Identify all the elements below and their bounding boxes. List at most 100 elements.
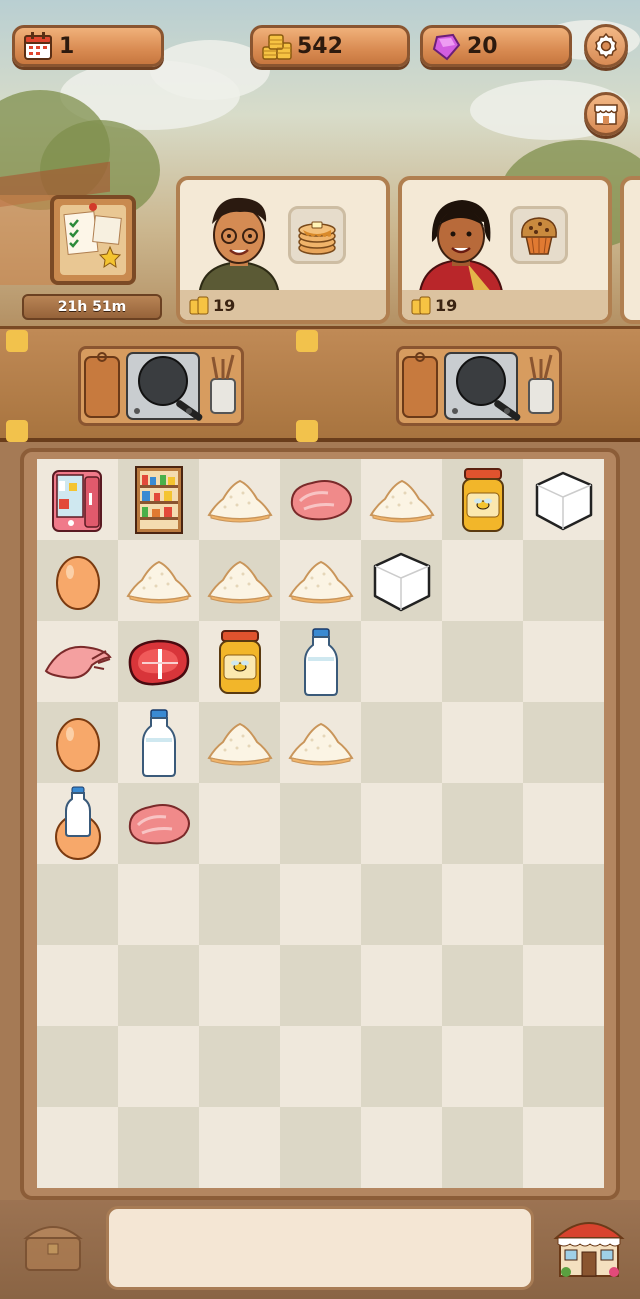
flour-item[interactable] xyxy=(205,556,275,606)
board-cell[interactable] xyxy=(37,945,118,1026)
board-cell[interactable] xyxy=(118,945,199,1026)
board-cell[interactable] xyxy=(199,1107,280,1188)
board-cell[interactable] xyxy=(280,459,361,540)
board-cell[interactable] xyxy=(361,540,442,621)
board-cell[interactable] xyxy=(361,783,442,864)
board-cell[interactable] xyxy=(280,702,361,783)
customer-card[interactable]: 19 xyxy=(176,176,390,324)
flour-item[interactable] xyxy=(205,718,275,768)
milk-item[interactable] xyxy=(301,627,341,697)
flour-item[interactable] xyxy=(286,718,356,768)
restaurant-button[interactable] xyxy=(552,1212,626,1280)
board-cell[interactable] xyxy=(118,621,199,702)
board-cell[interactable] xyxy=(361,621,442,702)
board-cell[interactable] xyxy=(361,1107,442,1188)
board-cell[interactable] xyxy=(37,783,118,864)
board-cell[interactable] xyxy=(280,1107,361,1188)
board-cell[interactable] xyxy=(118,783,199,864)
order-board-icon[interactable] xyxy=(50,195,136,285)
board-cell[interactable] xyxy=(280,540,361,621)
board-cell[interactable] xyxy=(442,783,523,864)
merge-board[interactable] xyxy=(37,459,604,1188)
honey-jar-item[interactable] xyxy=(455,465,511,535)
board-cell[interactable] xyxy=(280,621,361,702)
board-cell[interactable] xyxy=(280,1026,361,1107)
board-cell[interactable] xyxy=(523,864,604,945)
egg-item[interactable] xyxy=(53,550,103,612)
board-cell[interactable] xyxy=(37,459,118,540)
board-cell[interactable] xyxy=(442,1107,523,1188)
board-cell[interactable] xyxy=(442,459,523,540)
board-cell[interactable] xyxy=(523,540,604,621)
board-cell[interactable] xyxy=(199,945,280,1026)
board-cell[interactable] xyxy=(523,702,604,783)
board-cell[interactable] xyxy=(442,621,523,702)
customer-card-partial[interactable] xyxy=(620,176,640,324)
meat-item[interactable] xyxy=(286,475,356,525)
storage-chest-button[interactable] xyxy=(20,1214,86,1276)
board-cell[interactable] xyxy=(118,702,199,783)
board-cell[interactable] xyxy=(199,702,280,783)
coin-counter[interactable]: 542 xyxy=(250,25,410,67)
board-cell[interactable] xyxy=(361,459,442,540)
meat-item[interactable] xyxy=(124,799,194,849)
board-cell[interactable] xyxy=(523,1026,604,1107)
board-cell[interactable] xyxy=(118,540,199,621)
board-cell[interactable] xyxy=(118,864,199,945)
flour-item[interactable] xyxy=(124,556,194,606)
board-cell[interactable] xyxy=(361,1026,442,1107)
board-cell[interactable] xyxy=(280,945,361,1026)
chicken-wing-item[interactable] xyxy=(42,637,114,687)
board-cell[interactable] xyxy=(361,864,442,945)
board-cell[interactable] xyxy=(199,864,280,945)
board-cell[interactable] xyxy=(37,540,118,621)
flour-item[interactable] xyxy=(367,475,437,525)
board-cell[interactable] xyxy=(37,1026,118,1107)
board-cell[interactable] xyxy=(199,540,280,621)
milk-item[interactable] xyxy=(139,708,179,778)
board-cell[interactable] xyxy=(523,945,604,1026)
board-cell[interactable] xyxy=(37,621,118,702)
sugar-cube-item[interactable] xyxy=(529,465,599,535)
frying-pan-station[interactable] xyxy=(396,346,562,426)
honey-jar-item[interactable] xyxy=(212,627,268,697)
gem-counter[interactable]: 20 xyxy=(420,25,572,67)
board-cell[interactable] xyxy=(118,1107,199,1188)
board-cell[interactable] xyxy=(37,702,118,783)
settings-button[interactable] xyxy=(584,24,628,68)
steak-item[interactable] xyxy=(124,635,194,689)
frying-pan-station[interactable] xyxy=(78,346,244,426)
board-cell[interactable] xyxy=(199,783,280,864)
customer-card[interactable]: 19 xyxy=(398,176,612,324)
board-cell[interactable] xyxy=(523,459,604,540)
board-cell[interactable] xyxy=(442,540,523,621)
board-cell[interactable] xyxy=(199,621,280,702)
board-cell[interactable] xyxy=(118,459,199,540)
flour-item[interactable] xyxy=(205,475,275,525)
customer-avatar xyxy=(194,190,281,301)
board-cell[interactable] xyxy=(199,1026,280,1107)
board-cell[interactable] xyxy=(523,783,604,864)
board-cell[interactable] xyxy=(442,1026,523,1107)
board-cell[interactable] xyxy=(118,1026,199,1107)
egg-milk-item[interactable] xyxy=(48,785,108,863)
board-cell[interactable] xyxy=(361,945,442,1026)
board-cell[interactable] xyxy=(199,459,280,540)
board-cell[interactable] xyxy=(523,1107,604,1188)
board-cell[interactable] xyxy=(442,702,523,783)
flour-item[interactable] xyxy=(286,556,356,606)
sugar-cube-item[interactable] xyxy=(367,546,437,616)
board-cell[interactable] xyxy=(361,702,442,783)
fridge-item[interactable] xyxy=(43,465,113,535)
board-cell[interactable] xyxy=(523,621,604,702)
board-cell[interactable] xyxy=(37,1107,118,1188)
board-cell[interactable] xyxy=(442,864,523,945)
board-cell[interactable] xyxy=(442,945,523,1026)
egg-item[interactable] xyxy=(53,712,103,774)
board-cell[interactable] xyxy=(280,864,361,945)
shop-button[interactable] xyxy=(584,92,628,136)
board-cell[interactable] xyxy=(37,864,118,945)
calendar-counter[interactable]: 1 xyxy=(12,25,164,67)
pantry-shelf-item[interactable] xyxy=(130,465,188,535)
board-cell[interactable] xyxy=(280,783,361,864)
